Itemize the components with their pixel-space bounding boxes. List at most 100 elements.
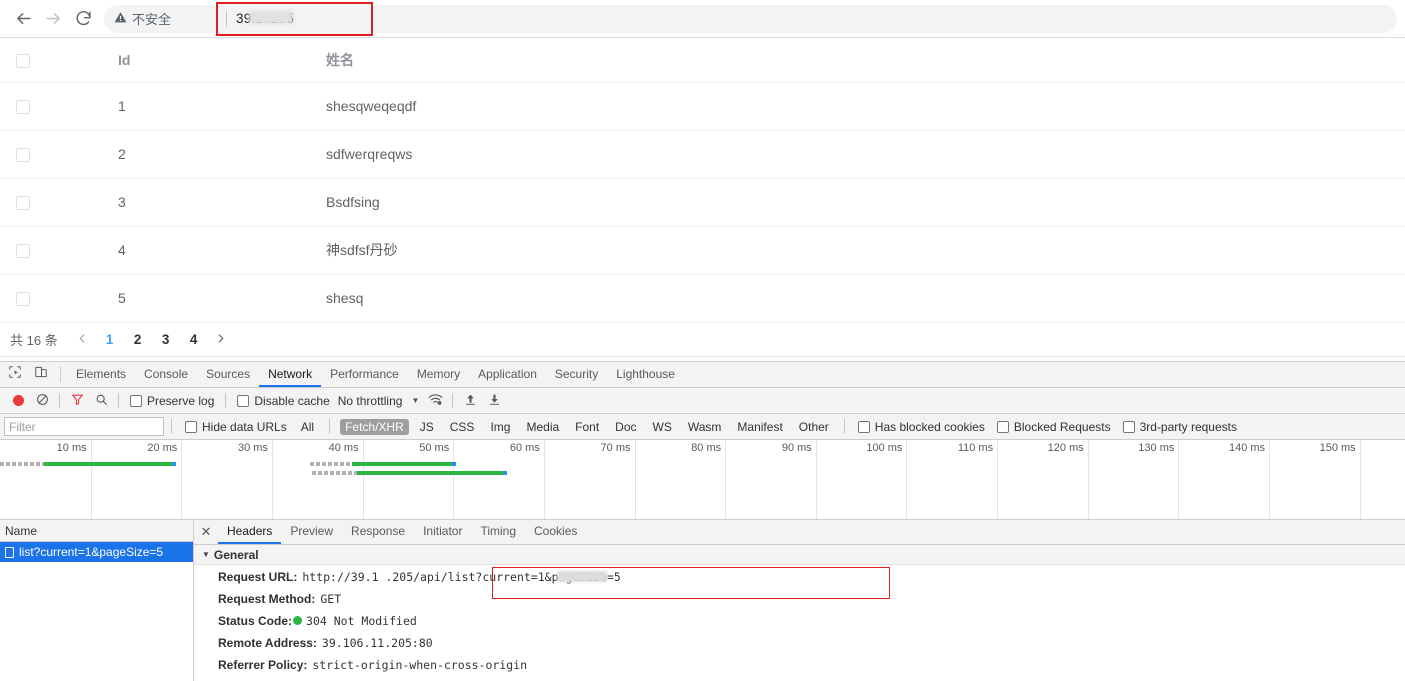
pagination-page-2[interactable]: 2 (124, 326, 152, 352)
export-har-button[interactable] (482, 389, 506, 413)
request-row[interactable]: list?current=1&pageSize=5 (0, 542, 193, 562)
details-tab-timing[interactable]: Timing (471, 520, 525, 544)
pagination-page-4[interactable]: 4 (180, 326, 208, 352)
hide-data-urls-checkbox[interactable] (185, 420, 197, 433)
tab-performance[interactable]: Performance (321, 362, 408, 387)
pagination-page-3[interactable]: 3 (152, 326, 180, 352)
cell-name: sdfwerqreqws (198, 130, 1405, 179)
forward-button[interactable] (38, 4, 68, 34)
reload-icon (74, 9, 93, 28)
details-tab-headers[interactable]: Headers (218, 520, 282, 544)
has-blocked-cookies-toggle[interactable]: Has blocked cookies (857, 420, 985, 434)
network-overview-timeline[interactable]: 10 ms 20 ms 30 ms 40 ms 50 ms 60 ms 70 ms 80 ms… (0, 440, 1405, 520)
details-tab-preview[interactable]: Preview (281, 520, 342, 544)
tab-lighthouse[interactable]: Lighthouse (607, 362, 684, 387)
has-blocked-cookies-checkbox[interactable] (857, 420, 870, 433)
column-header-id[interactable]: Id (58, 38, 198, 83)
general-row-request-url: Request URL: http://39.1 .205/api/list?c… (194, 570, 1405, 592)
tab-network[interactable]: Network (259, 362, 322, 387)
page-content: Id 姓名 1 shesqweqeqdf 2 sdfwerqreqws 3 Bs… (0, 38, 1405, 361)
disable-cache-checkbox[interactable] (237, 394, 250, 407)
browser-toolbar: 不安全 39.1 .205 (0, 0, 1405, 37)
search-button[interactable] (89, 389, 113, 413)
network-conditions-button[interactable] (423, 389, 447, 413)
pagination-next-button[interactable] (208, 326, 234, 352)
details-tabbar: ✕ Headers Preview Response Initiator Tim… (194, 520, 1405, 545)
tab-sources[interactable]: Sources (197, 362, 259, 387)
type-filter-other[interactable]: Other (794, 419, 834, 435)
reload-button[interactable] (68, 4, 98, 34)
row-checkbox[interactable] (16, 292, 30, 307)
type-filter-css[interactable]: CSS (445, 419, 480, 435)
blocked-requests-toggle[interactable]: Blocked Requests (996, 420, 1111, 434)
inspect-element-icon (8, 365, 22, 384)
throttling-select[interactable]: No throttling ▼ (338, 394, 420, 408)
tab-application[interactable]: Application (469, 362, 546, 387)
disable-cache-toggle[interactable]: Disable cache (237, 394, 330, 408)
throttling-value: No throttling (337, 393, 403, 408)
pagination-page-1[interactable]: 1 (96, 326, 124, 352)
row-checkbox[interactable] (16, 148, 30, 163)
table-row[interactable]: 4 神sdfsf丹砂 (0, 226, 1405, 275)
timeline-tick-label: 60 ms (509, 442, 540, 454)
filter-input[interactable]: Filter (4, 417, 164, 436)
details-tab-response[interactable]: Response (342, 520, 414, 544)
third-party-requests-checkbox[interactable] (1122, 420, 1135, 433)
close-details-button[interactable]: ✕ (194, 520, 218, 544)
type-filter-ws[interactable]: WS (648, 419, 677, 435)
omnibox[interactable]: 不安全 39.1 .205 (104, 1, 1397, 36)
tab-console[interactable]: Console (135, 362, 197, 387)
blocked-requests-checkbox[interactable] (996, 420, 1009, 433)
preserve-log-checkbox[interactable] (130, 394, 142, 407)
request-list-header[interactable]: Name (0, 520, 193, 542)
type-filter-doc[interactable]: Doc (610, 419, 641, 435)
pagination-total: 共 16 条 (10, 332, 58, 348)
row-checkbox[interactable] (16, 196, 30, 211)
cell-name: shesqweqeqdf (198, 82, 1405, 131)
table-row[interactable]: 5 shesq (0, 274, 1405, 323)
record-button[interactable] (6, 389, 30, 413)
type-filter-wasm[interactable]: Wasm (683, 419, 727, 435)
type-filter-all[interactable]: All (296, 419, 319, 435)
row-checkbox[interactable] (16, 100, 30, 115)
timeline-tick-label: 130 ms (1138, 442, 1175, 454)
preserve-log-toggle[interactable]: Preserve log (130, 394, 214, 408)
type-filter-js[interactable]: JS (415, 419, 439, 435)
details-tab-cookies[interactable]: Cookies (525, 520, 586, 544)
general-row-request-method: Request Method: GET (194, 592, 1405, 614)
hide-data-urls-label: Hide data URLs (202, 419, 287, 434)
type-filter-fetch-xhr[interactable]: Fetch/XHR (340, 418, 409, 435)
cell-name: 神sdfsf丹砂 (198, 226, 1405, 275)
cell-name: Bsdfsing (198, 178, 1405, 227)
timeline-tick-label: 80 ms (691, 442, 722, 454)
type-filter-img[interactable]: Img (485, 419, 515, 435)
type-filter-manifest[interactable]: Manifest (732, 419, 787, 435)
type-filter-font[interactable]: Font (570, 419, 604, 435)
general-section-header[interactable]: ▼ General (194, 545, 1405, 565)
device-toolbar-button[interactable] (28, 362, 54, 387)
security-status[interactable]: 不安全 (114, 9, 179, 28)
column-header-name[interactable]: 姓名 (198, 38, 1405, 83)
back-button[interactable] (8, 4, 38, 34)
general-row-status-code: Status Code: 304 Not Modified (194, 614, 1405, 636)
hide-data-urls-toggle[interactable]: Hide data URLs (185, 420, 287, 434)
table-row[interactable]: 1 shesqweqeqdf (0, 82, 1405, 131)
third-party-requests-toggle[interactable]: 3rd-party requests (1122, 420, 1237, 434)
inspect-element-button[interactable] (2, 362, 28, 387)
url-input[interactable]: 39.1 .205 (216, 1, 373, 36)
table-row[interactable]: 2 sdfwerqreqws (0, 130, 1405, 179)
type-filter-media[interactable]: Media (521, 419, 564, 435)
filter-button[interactable] (65, 389, 89, 413)
network-filter-bar: Filter Hide data URLs All Fetch/XHR JS C… (0, 414, 1405, 440)
details-tab-initiator[interactable]: Initiator (414, 520, 471, 544)
general-section-label: General (213, 547, 259, 562)
tab-security[interactable]: Security (546, 362, 607, 387)
tab-elements[interactable]: Elements (67, 362, 135, 387)
select-all-checkbox[interactable] (16, 53, 30, 68)
pagination-prev-button[interactable] (70, 326, 96, 352)
tab-memory[interactable]: Memory (408, 362, 469, 387)
import-har-button[interactable] (458, 389, 482, 413)
clear-button[interactable] (30, 389, 54, 413)
table-row[interactable]: 3 Bsdfsing (0, 178, 1405, 227)
row-checkbox[interactable] (16, 244, 30, 259)
